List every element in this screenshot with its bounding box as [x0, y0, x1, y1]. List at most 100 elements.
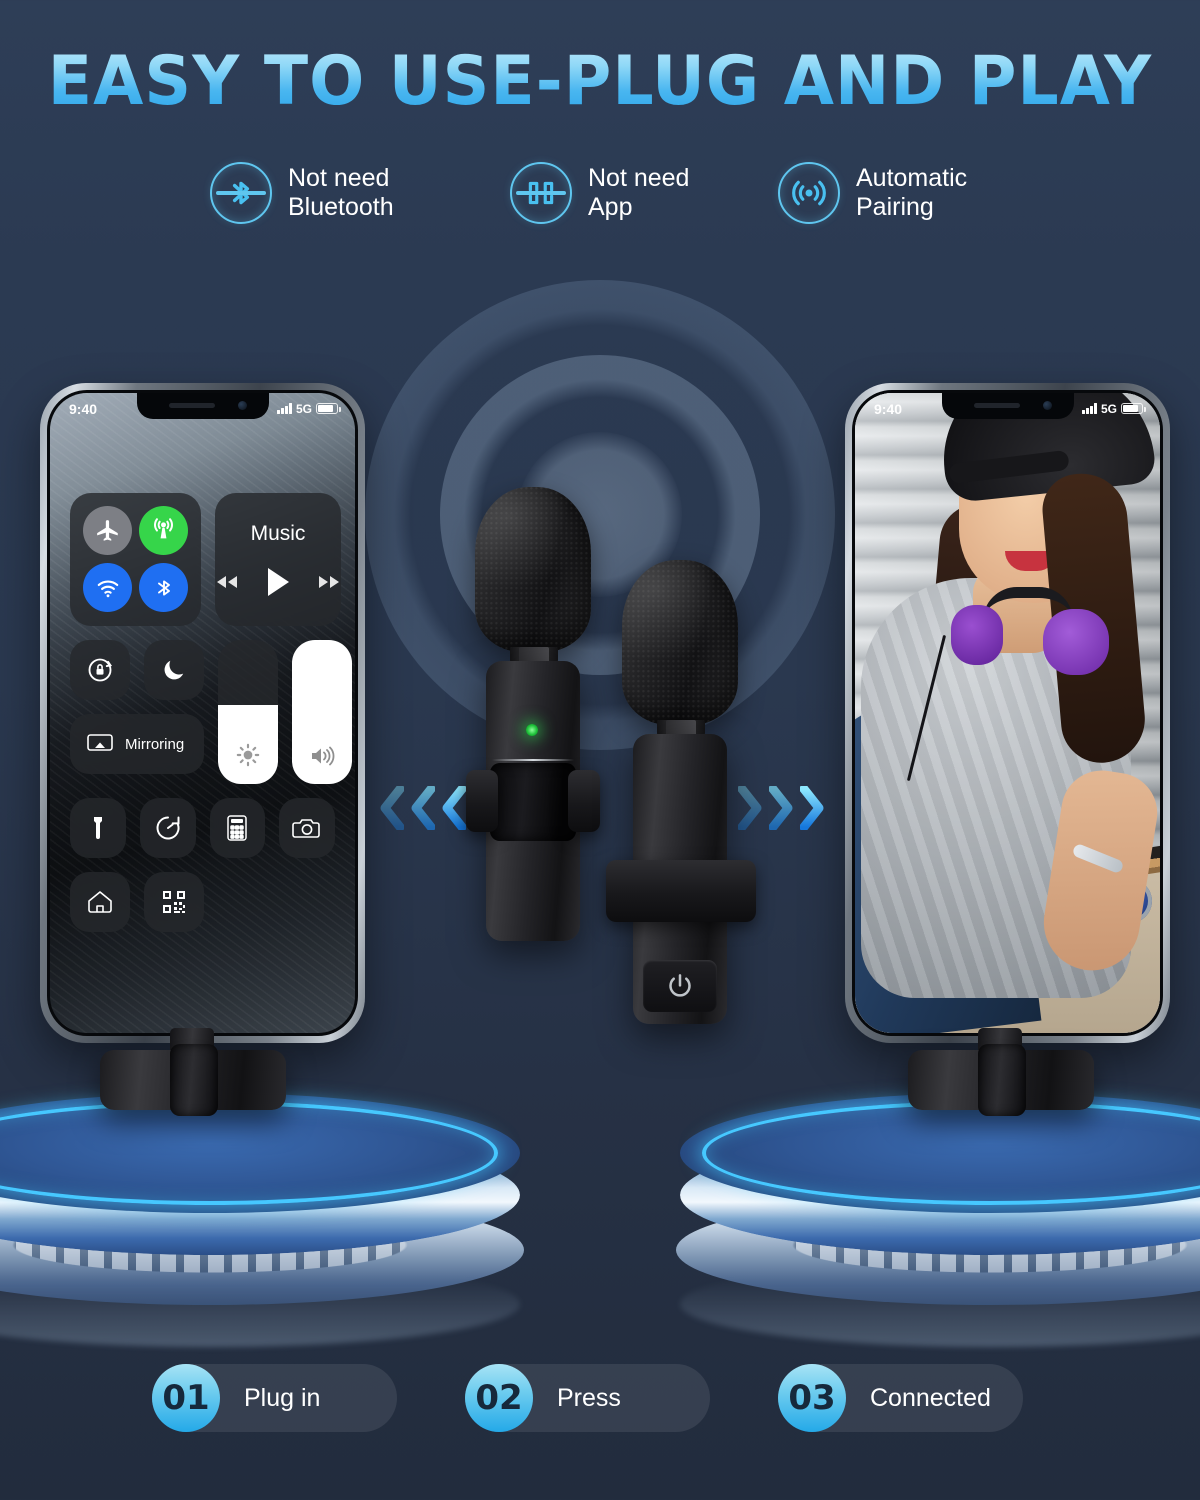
step-label: Press	[557, 1383, 621, 1412]
camera-button[interactable]	[279, 798, 335, 858]
power-icon	[669, 974, 691, 997]
step-number: 01	[152, 1364, 220, 1432]
cc-shortcut-row-1	[70, 798, 335, 858]
wifi-button[interactable]	[83, 563, 132, 612]
timer-button[interactable]	[139, 798, 196, 858]
step-02[interactable]: 02 Press	[465, 1364, 710, 1432]
chevron-right-2	[769, 786, 793, 830]
qr-scanner-icon	[163, 891, 185, 913]
cellular-data-button[interactable]	[139, 506, 188, 555]
mic-foam-head	[622, 560, 738, 725]
cc-row-top: Music	[70, 493, 341, 626]
home-button[interactable]	[70, 872, 130, 932]
chevron-left-1	[442, 786, 466, 830]
calculator-button[interactable]	[209, 798, 266, 858]
home-icon	[88, 891, 112, 913]
step-label: Connected	[870, 1383, 991, 1412]
photo-content	[855, 393, 1160, 1033]
rotation-lock-icon	[88, 658, 113, 682]
step-01[interactable]: 01 Plug in	[152, 1364, 397, 1432]
auto-pairing-icon	[778, 162, 840, 224]
receiver-center-band	[170, 1044, 218, 1116]
music-controls	[215, 567, 341, 597]
network-type: 5G	[295, 401, 312, 416]
mic-clip-right	[568, 770, 600, 832]
headphone-earcup-right	[1043, 609, 1109, 675]
chevron-left-2	[411, 786, 435, 830]
brightness-slider[interactable]	[218, 640, 278, 784]
mic-foam-head	[475, 487, 591, 652]
phone-bezel: 9:40 5G	[47, 390, 358, 1036]
power-button[interactable]	[643, 960, 717, 1012]
music-label: Music	[250, 522, 306, 545]
screen-mirroring-button[interactable]: Mirroring	[70, 714, 204, 774]
status-indicators: 5G	[277, 401, 341, 416]
battery-icon	[316, 403, 341, 414]
chevron-left-3	[380, 786, 404, 830]
step-list: 01 Plug in 02 Press 03 Connected	[0, 1364, 1200, 1436]
phone-bezel: 9:40 5G	[852, 390, 1163, 1036]
status-time: 9:40	[69, 400, 98, 417]
camera-icon	[292, 819, 320, 838]
airplane-mode-button[interactable]	[83, 506, 132, 555]
feature-label-line2: App	[588, 193, 633, 221]
brightness-icon	[218, 742, 278, 768]
play-icon[interactable]	[265, 567, 291, 597]
phone-screen-right: 9:40 5G	[855, 393, 1160, 1033]
qr-scanner-button[interactable]	[144, 872, 204, 932]
battery-icon	[1121, 403, 1146, 414]
feature-label: Automatic Pairing	[856, 164, 967, 222]
connectivity-tile	[70, 493, 201, 626]
feature-list: Not need Bluetooth Not need App Automati…	[0, 148, 1200, 240]
music-tile[interactable]: Music	[215, 493, 341, 626]
feature-label-line2: Pairing	[856, 193, 934, 221]
flashlight-button[interactable]	[70, 798, 126, 858]
step-number: 02	[465, 1364, 533, 1432]
phone-left: 9:40 5G Music Mirroring	[40, 383, 365, 1043]
strike-line	[516, 191, 566, 195]
feature-label-line1: Automatic	[856, 164, 968, 192]
transmitter-microphone	[606, 560, 756, 1055]
feature-label-line1: Not need	[588, 164, 690, 192]
bluetooth-icon	[157, 579, 170, 596]
network-type: 5G	[1100, 401, 1117, 416]
control-center: Music Mirroring	[70, 493, 352, 932]
podium-right	[676, 1075, 1200, 1347]
step-label: Plug in	[244, 1383, 321, 1412]
status-time: 9:40	[874, 400, 903, 417]
rotation-lock-button[interactable]	[70, 640, 130, 700]
status-indicators: 5G	[1082, 401, 1146, 416]
mirroring-icon	[87, 734, 113, 751]
next-track-icon[interactable]	[317, 574, 341, 590]
feature-not-need-app: Not need App	[510, 162, 689, 224]
podium-left	[0, 1075, 524, 1347]
mic-back-clip	[606, 860, 756, 922]
signal-waves-glyph	[792, 180, 826, 206]
do-not-disturb-button[interactable]	[144, 640, 204, 700]
signal-bars-icon	[277, 403, 292, 414]
feature-label-line2: Bluetooth	[288, 193, 394, 221]
step-03[interactable]: 03 Connected	[778, 1364, 1023, 1432]
previous-track-icon[interactable]	[215, 574, 239, 590]
cellular-icon	[154, 518, 173, 539]
page-title: EASY TO USE-PLUG AND PLAY	[0, 42, 1200, 121]
cc-toggle-row	[70, 640, 204, 700]
feature-label: Not need App	[588, 164, 689, 222]
cc-left-column: Mirroring	[70, 640, 204, 784]
bluetooth-button[interactable]	[139, 563, 188, 612]
phone-frame: 9:40 5G	[40, 383, 365, 1043]
wifi-icon	[97, 580, 118, 597]
feature-not-need-bluetooth: Not need Bluetooth	[210, 162, 394, 224]
volume-slider[interactable]	[292, 640, 352, 784]
mic-hairline	[492, 759, 574, 761]
cc-shortcut-row-2	[70, 872, 335, 932]
flashlight-icon	[93, 817, 102, 839]
moon-icon	[164, 660, 184, 680]
mirroring-label: Mirroring	[125, 735, 185, 753]
status-bar: 9:40 5G	[855, 393, 1160, 421]
step-number: 03	[778, 1364, 846, 1432]
led-indicator	[526, 724, 538, 736]
mic-clip-left	[466, 770, 498, 832]
receiver-module-left	[100, 1044, 286, 1116]
mic-connector-window	[490, 763, 576, 841]
